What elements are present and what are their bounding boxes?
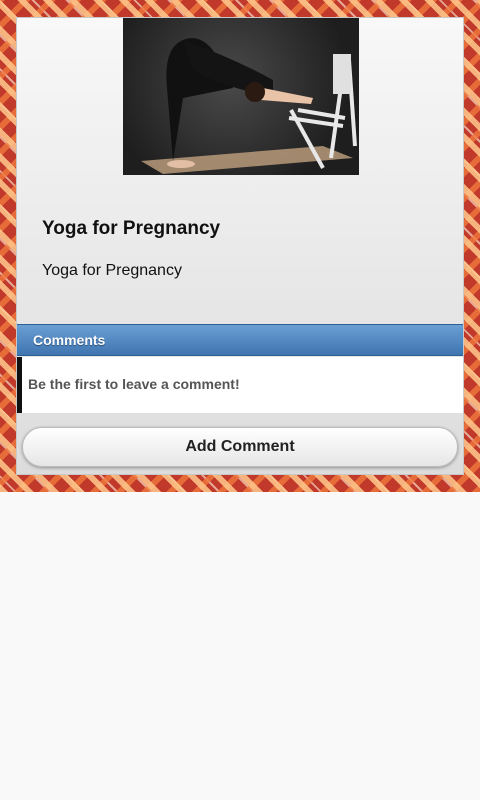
post-card: Yoga for Pregnancy Yoga for Pregnancy Co… bbox=[16, 17, 464, 475]
add-comment-button[interactable]: Add Comment bbox=[22, 427, 458, 467]
comments-header: Comments bbox=[17, 324, 463, 356]
post-description: Yoga for Pregnancy bbox=[42, 262, 182, 279]
comments-header-label: Comments bbox=[33, 332, 106, 348]
list-item: Be the first to leave a comment! bbox=[17, 357, 463, 413]
empty-comments-message: Be the first to leave a comment! bbox=[28, 376, 240, 392]
yoga-pose-illustration bbox=[141, 38, 357, 174]
page-title: Yoga for Pregnancy bbox=[42, 218, 221, 239]
yoga-photo bbox=[123, 18, 359, 175]
